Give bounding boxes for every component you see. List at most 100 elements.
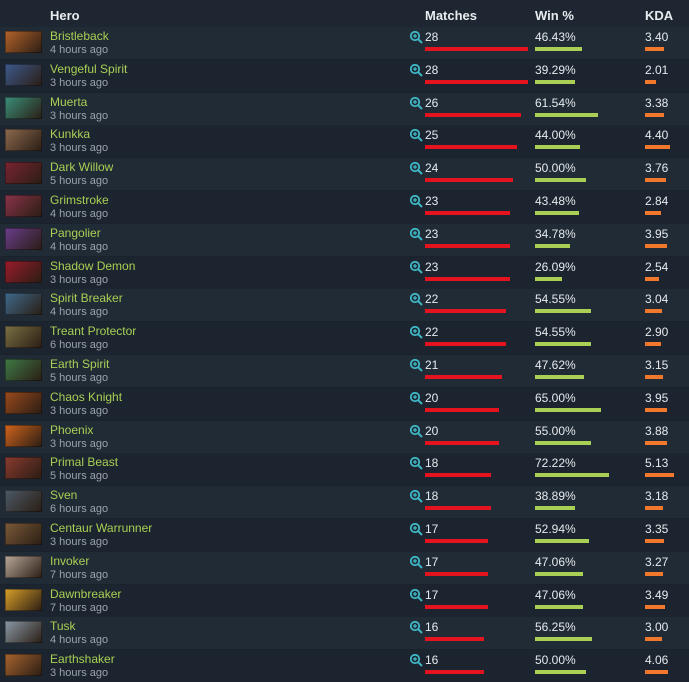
hero-portrait[interactable] — [5, 654, 42, 677]
table-row[interactable]: Spirit Breaker 4 hours ago 22 54.55% 3.04 — [0, 289, 689, 322]
kda-bar — [645, 309, 662, 314]
table-row[interactable]: Earth Spirit 5 hours ago 21 47.62% 3.15 — [0, 355, 689, 387]
table-row[interactable]: Muerta 3 hours ago 26 61.54% 3.38 — [0, 92, 689, 125]
matches-count: 20 — [425, 390, 439, 405]
table-row[interactable]: Vengeful Spirit 3 hours ago 28 39.29% 2.01 — [0, 59, 689, 92]
hero-name-link[interactable]: Tusk — [50, 619, 76, 633]
table-row[interactable]: Centaur Warrunner 3 hours ago 17 52.94% 3.35 — [0, 519, 689, 551]
hero-name-link[interactable]: Vengeful Spirit — [50, 62, 127, 76]
hero-portrait[interactable] — [5, 457, 42, 480]
table-row[interactable]: Phoenix 3 hours ago 20 55.00% 3.88 — [0, 420, 689, 453]
hero-name-link[interactable]: Treant Protector — [50, 324, 136, 338]
hero-name-link[interactable]: Invoker — [50, 554, 89, 568]
kda-bar — [645, 637, 662, 642]
table-row[interactable]: Chaos Knight 3 hours ago 20 65.00% 3.95 — [0, 387, 689, 420]
table-row[interactable]: Shadow Demon 3 hours ago 23 26.09% 2.54 — [0, 256, 689, 289]
zoom-in-icon[interactable] — [409, 30, 423, 44]
hero-portrait[interactable] — [5, 227, 42, 250]
hero-name-link[interactable]: Chaos Knight — [50, 390, 122, 404]
table-row[interactable]: Kunkka 3 hours ago 25 44.00% 4.40 — [0, 125, 689, 158]
hero-portrait[interactable] — [5, 31, 42, 53]
hero-portrait[interactable] — [5, 588, 42, 611]
hero-portrait[interactable] — [5, 293, 42, 316]
hero-portrait[interactable] — [5, 162, 42, 185]
zoom-in-icon[interactable] — [409, 292, 423, 307]
zoom-in-icon[interactable] — [409, 522, 423, 536]
zoom-in-icon[interactable] — [409, 555, 423, 569]
hero-portrait[interactable] — [5, 555, 42, 578]
hero-name-link[interactable]: Earthshaker — [50, 652, 115, 666]
hero-name-link[interactable]: Spirit Breaker — [50, 291, 123, 305]
hero-name-link[interactable]: Muerta — [50, 95, 87, 109]
hero-name-link[interactable]: Kunkka — [50, 127, 90, 141]
kda-value: 2.84 — [645, 194, 669, 208]
hero-portrait[interactable] — [5, 63, 42, 86]
zoom-in-icon[interactable] — [409, 588, 423, 602]
hero-name-link[interactable]: Sven — [50, 488, 77, 502]
kda-value: 3.76 — [645, 161, 669, 176]
zoom-in-icon[interactable] — [409, 227, 423, 241]
zoom-in-icon[interactable] — [409, 260, 423, 274]
hero-portrait[interactable] — [5, 424, 42, 447]
zoom-in-icon[interactable] — [409, 161, 423, 175]
zoom-in-icon[interactable] — [409, 325, 423, 339]
hero-name-link[interactable]: Dawnbreaker — [50, 587, 121, 601]
matches-column-header[interactable]: Matches — [425, 8, 477, 23]
table-row[interactable]: Bristleback 4 hours ago 28 46.43% 3.40 — [0, 27, 689, 59]
hero-name-link[interactable]: Shadow Demon — [50, 259, 135, 273]
table-row[interactable]: Invoker 7 hours ago 17 47.06% 3.27 — [0, 551, 689, 584]
hero-name-link[interactable]: Dark Willow — [50, 160, 113, 174]
hero-portrait[interactable] — [5, 260, 42, 283]
table-row[interactable]: Dawnbreaker 7 hours ago 17 47.06% 3.49 — [0, 584, 689, 617]
hero-portrait[interactable] — [5, 326, 42, 349]
hero-name-link[interactable]: Grimstroke — [50, 193, 109, 207]
hero-portrait[interactable] — [5, 490, 42, 513]
win-rate-bar — [535, 79, 575, 84]
win-rate-bar — [535, 375, 584, 379]
win-rate-column-header[interactable]: Win % — [535, 8, 574, 23]
zoom-in-icon[interactable] — [409, 63, 423, 77]
zoom-in-icon[interactable] — [409, 653, 423, 667]
hero-name-link[interactable]: Phoenix — [50, 423, 93, 437]
last-played-time: 7 hours ago — [50, 568, 109, 581]
table-row[interactable]: Primal Beast 5 hours ago 18 72.22% 5.13 — [0, 453, 689, 486]
zoom-in-icon[interactable] — [409, 391, 423, 405]
table-row[interactable]: Dark Willow 5 hours ago 24 50.00% 3.76 — [0, 158, 689, 191]
hero-name-link[interactable]: Bristleback — [50, 29, 109, 43]
zoom-in-icon[interactable] — [409, 358, 423, 372]
table-row[interactable]: Sven 6 hours ago 18 38.89% 3.18 — [0, 486, 689, 519]
zoom-in-icon[interactable] — [409, 620, 423, 635]
hero-name-link[interactable]: Earth Spirit — [50, 357, 109, 371]
hero-portrait[interactable] — [5, 195, 42, 217]
zoom-in-icon[interactable] — [409, 194, 423, 208]
hero-name-link[interactable]: Pangolier — [50, 226, 101, 240]
kda-bar — [645, 506, 663, 511]
zoom-in-icon[interactable] — [409, 424, 423, 438]
zoom-in-icon[interactable] — [409, 128, 423, 143]
win-rate-bar — [535, 506, 575, 511]
kda-value: 2.90 — [645, 325, 669, 340]
hero-portrait[interactable] — [5, 391, 42, 414]
hero-portrait[interactable] — [5, 129, 42, 152]
table-row[interactable]: Earthshaker 3 hours ago 16 50.00% 4.06 — [0, 650, 689, 682]
kda-value: 3.95 — [645, 390, 669, 405]
hero-portrait[interactable] — [5, 96, 42, 119]
kda-bar — [645, 571, 663, 576]
kda-bar — [645, 473, 674, 478]
table-row[interactable]: Pangolier 4 hours ago 23 34.78% 3.95 — [0, 223, 689, 256]
hero-portrait[interactable] — [5, 359, 42, 381]
hero-name-link[interactable]: Centaur Warrunner — [50, 521, 152, 535]
hero-column-header[interactable]: Hero — [50, 8, 80, 23]
matches-bar — [425, 243, 510, 248]
hero-portrait[interactable] — [5, 523, 42, 545]
zoom-in-icon[interactable] — [409, 489, 423, 503]
table-row[interactable]: Grimstroke 4 hours ago 23 43.48% 2.84 — [0, 191, 689, 223]
win-rate-bar — [535, 342, 591, 347]
table-row[interactable]: Treant Protector 6 hours ago 22 54.55% 2.90 — [0, 322, 689, 355]
table-row[interactable]: Tusk 4 hours ago 16 56.25% 3.00 — [0, 617, 689, 650]
zoom-in-icon[interactable] — [409, 456, 423, 471]
kda-column-header[interactable]: KDA — [645, 8, 673, 23]
hero-portrait[interactable] — [5, 621, 42, 644]
hero-name-link[interactable]: Primal Beast — [50, 455, 118, 469]
zoom-in-icon[interactable] — [409, 96, 423, 110]
